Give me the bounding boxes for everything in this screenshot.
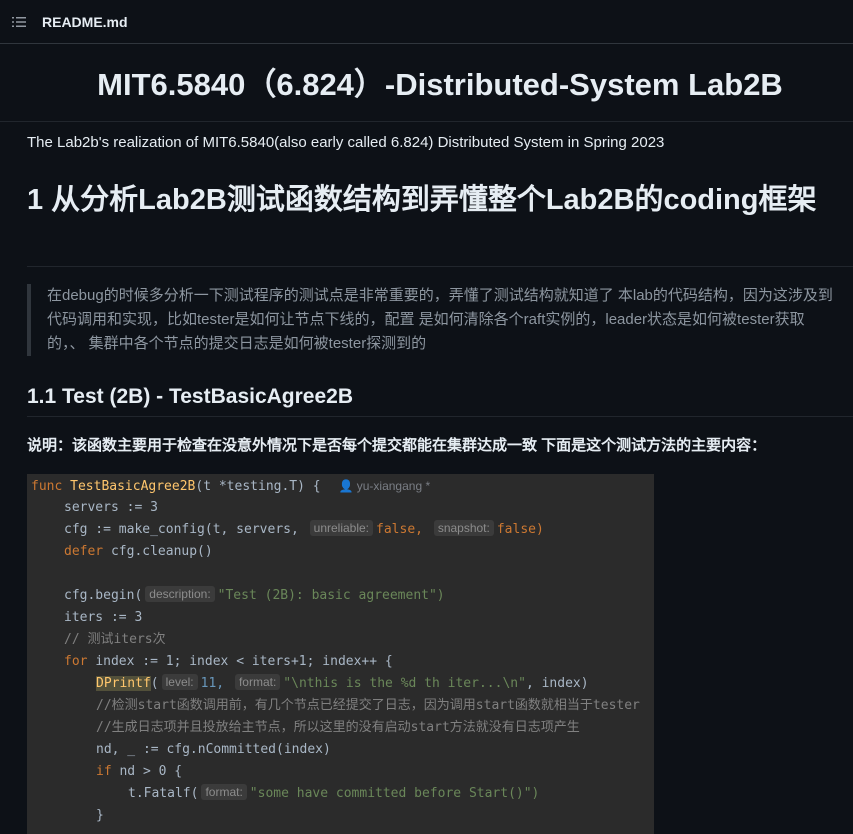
param-hint: unreliable: — [309, 520, 374, 536]
param-hint: format: — [234, 674, 281, 690]
code-text: cfg.begin( — [64, 588, 143, 603]
code-line: //生成日志项并且投放给主节点，所以这里的没有启动start方法就没有日志项产生 — [96, 717, 580, 739]
code-keyword: func — [31, 479, 63, 494]
page-title: MIT6.5840（6.824）-Distributed-System Lab2… — [97, 67, 783, 102]
code-comment: //检测start函数调用前，有几个节点已经提交了日志，因为调用start函数就… — [96, 698, 640, 713]
code-string: "Test (2B): basic agreement") — [217, 588, 445, 603]
code-keyword: defer — [64, 544, 104, 559]
param-hint: description: — [145, 586, 215, 602]
code-string: "some have committed before Start()") — [249, 786, 540, 801]
code-function-call: DPrintf — [96, 676, 151, 691]
code-text: nd, _ := cfg.nCommitted(index) — [96, 742, 331, 757]
code-keyword: false, — [376, 522, 423, 537]
code-text: } — [96, 808, 104, 823]
param-hint: level: — [161, 674, 198, 690]
code-line: for index := 1; index < iters+1; index++… — [64, 651, 393, 673]
section-heading-1-1: 1.1 Test (2B) - TestBasicAgree2B — [27, 385, 354, 408]
code-line: nd, _ := cfg.nCommitted(index) — [96, 739, 331, 761]
list-icon[interactable] — [11, 14, 27, 30]
code-text: t.Fatalf( — [128, 786, 199, 801]
code-line: //检测start函数调用前，有几个节点已经提交了日志，因为调用start函数就… — [96, 695, 640, 717]
blockquote: 在debug的时候多分析一下测试程序的测试点是非常重要的，弄懂了测试结构就知道了… — [27, 284, 842, 356]
code-line: if nd > 0 { — [96, 761, 182, 783]
code-text: (t *testing.T) { — [195, 479, 321, 494]
code-comment: //生成日志项并且投放给主节点，所以这里的没有启动start方法就没有日志项产生 — [96, 720, 580, 735]
user-icon: 👤 — [338, 479, 354, 493]
code-text: iters := 3 — [64, 610, 143, 625]
code-number: 11, — [200, 676, 225, 691]
code-string: "\nthis is the %d th iter...\n" — [283, 676, 526, 691]
code-line: cfg := make_config(t, servers, unreliabl… — [64, 519, 544, 541]
code-text: nd > 0 { — [119, 764, 183, 779]
code-comment: // 测试iters次 — [64, 632, 166, 647]
code-line: func TestBasicAgree2B(t *testing.T) { 👤 … — [31, 475, 430, 497]
code-line: // 测试iters次 — [64, 629, 166, 651]
section-divider — [27, 266, 853, 267]
code-text: cfg.cleanup() — [110, 544, 213, 559]
code-keyword: false) — [496, 522, 544, 537]
description-paragraph: 说明：该函数主要用于检查在没意外情况下是否每个提交都能在集群达成一致 下面是这个… — [27, 437, 767, 454]
code-line: t.Fatalf(format: "some have committed bef… — [128, 783, 539, 805]
code-line: cfg.begin(description: "Test (2B): basic … — [64, 585, 445, 607]
code-keyword: if — [96, 764, 112, 779]
code-function-name: TestBasicAgree2B — [70, 479, 196, 494]
code-line: DPrintf(level: 11, format: "\nthis is the … — [96, 674, 589, 691]
code-line: } — [96, 805, 104, 827]
code-text: index := 1; index < iters+1; index++ { — [95, 654, 393, 669]
code-line: defer cfg.cleanup() — [64, 541, 213, 563]
file-name[interactable]: README.md — [42, 14, 128, 30]
author-name: yu-xiangang * — [356, 479, 431, 493]
code-line: iters := 3 — [64, 607, 142, 629]
subsection-divider — [27, 416, 853, 417]
param-hint: format: — [201, 784, 247, 800]
code-text: servers := 3 — [64, 500, 158, 515]
file-header: README.md — [0, 0, 853, 44]
author-hint: 👤 yu-xiangang * — [338, 479, 430, 493]
section-heading-1: 1 从分析Lab2B测试函数结构到弄懂整个Lab2B的coding框架 — [27, 184, 817, 216]
code-text: , index) — [525, 676, 589, 691]
code-screenshot: func TestBasicAgree2B(t *testing.T) { 👤 … — [27, 474, 654, 834]
code-line: servers := 3 — [64, 497, 158, 519]
param-hint: snapshot: — [433, 520, 494, 536]
title-divider — [0, 121, 853, 122]
code-keyword: for — [64, 654, 88, 669]
code-text: cfg := make_config(t, servers, — [64, 522, 299, 537]
intro-paragraph: The Lab2b's realization of MIT6.5840(als… — [27, 134, 665, 151]
